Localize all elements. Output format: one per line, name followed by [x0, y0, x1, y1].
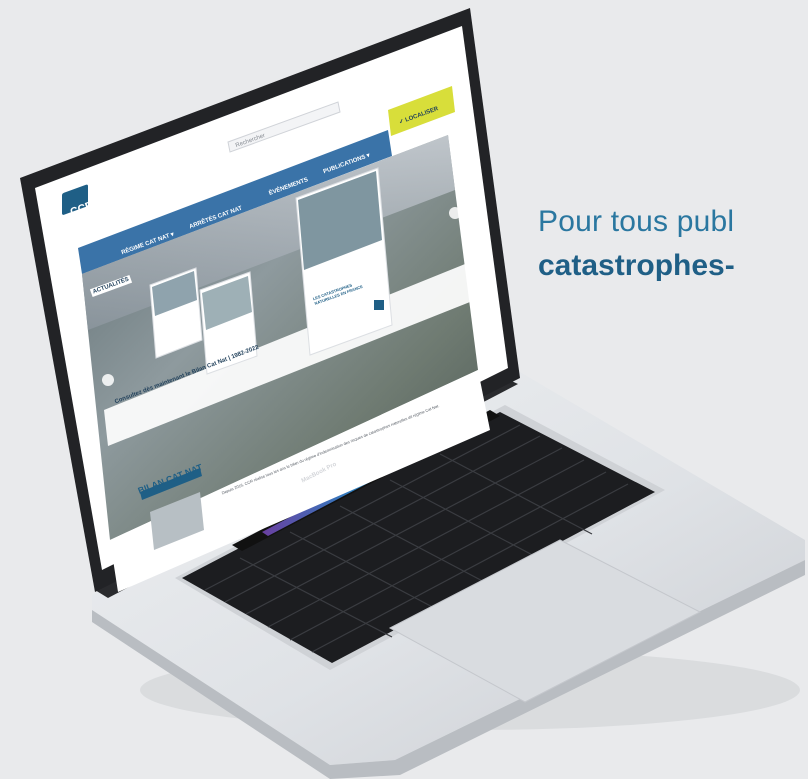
trackpad	[388, 539, 702, 703]
hero-image	[82, 135, 478, 540]
pub-card-1	[149, 267, 203, 359]
screen-bezel	[20, 8, 520, 592]
pub-card-main	[295, 167, 393, 356]
laptop-deck	[92, 372, 805, 765]
headline-line1: Pour tous publ	[538, 205, 735, 238]
hero-caption[interactable]: Consultez dès maintenant le Bilan Cat Na…	[114, 345, 260, 406]
carousel-next-icon	[449, 207, 461, 219]
search-input[interactable]: Rechercher	[235, 133, 266, 149]
section-text: Depuis 2016, CCR réalise tous les ans le…	[220, 403, 440, 496]
headline: Pour tous publ catastrophes-	[538, 205, 735, 283]
nav-item-evenements[interactable]: ÉVÉNEMENTS	[268, 177, 309, 197]
nav-item-arretes[interactable]: ARRÊTÉS CAT NAT	[189, 206, 243, 231]
touch-bar-strip	[262, 438, 446, 536]
laptop-deck-edge	[92, 560, 805, 779]
laptop-shadow	[140, 650, 800, 730]
keyboard-well	[175, 405, 665, 670]
cta-button[interactable]: ✓ LOCALISER	[398, 105, 439, 126]
bilan-thumb	[150, 492, 204, 550]
pub-card-logo	[374, 300, 384, 310]
nav-item-publications[interactable]: PUBLICATIONS ▾	[322, 152, 371, 175]
key-grid	[204, 424, 629, 653]
section-title: BILAN CAT NAT	[136, 462, 204, 496]
pub-card-title: LES CATASTROPHES NATURELLES EN FRANCE	[312, 282, 364, 306]
keyboard	[182, 412, 655, 663]
carousel-prev-icon	[102, 374, 114, 386]
hero-caption-strip	[104, 262, 475, 446]
hero-tag: ACTUALITÉS	[89, 275, 133, 297]
laptop-model-label: MacBook Pro	[300, 461, 338, 485]
headline-line2: catastrophes-	[538, 249, 735, 282]
nav-item-regime[interactable]: RÉGIME CAT NAT ▾	[120, 231, 175, 257]
site-logo[interactable]: CCR	[69, 199, 96, 218]
